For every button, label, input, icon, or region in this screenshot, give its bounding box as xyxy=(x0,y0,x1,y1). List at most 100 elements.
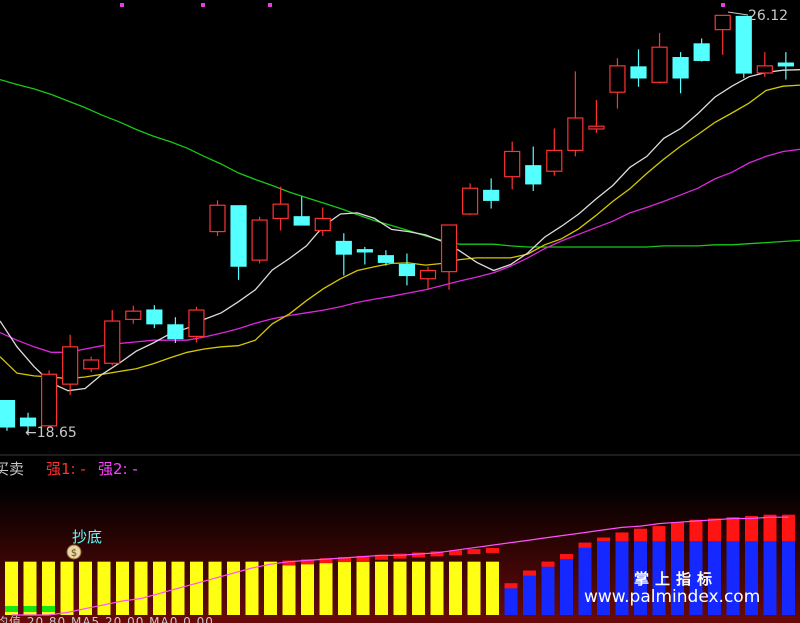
candle-body xyxy=(83,359,100,370)
yellow-bar xyxy=(97,561,111,615)
yellow-bar xyxy=(319,561,333,615)
red-bar xyxy=(782,514,795,542)
top-dot xyxy=(721,3,725,7)
yellow-bar xyxy=(190,561,203,615)
red-cap xyxy=(486,547,499,553)
red-bar xyxy=(615,532,629,542)
candle-body xyxy=(62,346,79,385)
bottom-signal-label: 抄底 xyxy=(72,528,103,546)
watermark-url: www.palmindex.com xyxy=(584,587,761,607)
indicator-bar xyxy=(301,559,314,615)
candle-body xyxy=(546,149,563,172)
indicator-bar xyxy=(79,561,92,615)
yellow-bar xyxy=(338,561,351,615)
indicator-bar xyxy=(319,558,333,615)
indicator-bar xyxy=(504,583,518,615)
red-bar xyxy=(671,522,684,542)
indicator-bar xyxy=(338,557,351,615)
yellow-bar xyxy=(153,561,166,615)
red-bar xyxy=(726,517,740,542)
red-cap xyxy=(560,554,573,560)
yellow-bar xyxy=(301,561,314,615)
red-cap xyxy=(541,561,555,567)
candle-body xyxy=(419,269,437,280)
candle xyxy=(735,15,752,78)
green-base xyxy=(23,606,37,612)
strong1-label: 强1: - xyxy=(46,460,86,478)
candle-body xyxy=(125,310,142,320)
yellow-bar xyxy=(79,561,92,615)
red-cap xyxy=(504,583,518,589)
candle-body xyxy=(693,43,710,61)
low-price-value: 18.65 xyxy=(36,425,77,441)
red-bar xyxy=(689,519,703,542)
yellow-bar xyxy=(393,561,407,615)
red-bar xyxy=(634,528,647,542)
indicator-bar xyxy=(541,561,555,615)
red-bar xyxy=(652,526,666,542)
green-base xyxy=(5,606,18,612)
candle-body xyxy=(0,400,16,428)
strong2-label: 强2: - xyxy=(98,460,138,478)
candle-body xyxy=(651,46,668,83)
indicator-bar xyxy=(134,561,148,615)
candle-body xyxy=(188,309,205,338)
candle-body xyxy=(314,217,331,232)
candle-body xyxy=(525,165,542,185)
money-bag-icon: $ xyxy=(66,544,82,560)
candle-body xyxy=(209,204,226,233)
blue-bar xyxy=(763,541,777,615)
candle-body xyxy=(440,224,458,273)
yellow-bar xyxy=(412,561,425,615)
red-cap xyxy=(578,542,592,548)
candle-body xyxy=(40,373,58,427)
candle-body xyxy=(146,309,163,325)
indicator-bar xyxy=(227,561,240,615)
yellow-bar xyxy=(208,561,222,615)
candle-body xyxy=(293,216,310,226)
yellow-bar xyxy=(227,561,240,615)
candle-body xyxy=(609,65,626,93)
top-dot xyxy=(120,3,124,7)
top-dot xyxy=(268,3,272,7)
red-cap xyxy=(467,549,481,555)
candle xyxy=(40,370,58,427)
red-cap xyxy=(523,570,536,576)
low-price-label: ←18.65 xyxy=(25,425,77,441)
indicator-bar xyxy=(208,561,222,615)
candle-body xyxy=(462,187,479,215)
indicator-bar xyxy=(393,553,407,615)
candle-body xyxy=(377,255,394,263)
yellow-bar xyxy=(116,561,129,615)
candle xyxy=(209,200,226,236)
candle-body xyxy=(356,249,373,253)
yellow-bar xyxy=(449,561,462,615)
yellow-bar xyxy=(356,561,370,615)
indicator-bar xyxy=(782,514,795,615)
candle-body xyxy=(630,66,647,79)
yellow-bar xyxy=(486,561,499,615)
high-price-label: 26.12 xyxy=(748,8,789,24)
top-dot xyxy=(201,3,205,7)
indicator-bar xyxy=(153,561,166,615)
candle-body xyxy=(777,62,794,67)
candle-body xyxy=(251,219,268,261)
candle-body xyxy=(483,189,500,201)
candle-body xyxy=(588,125,605,130)
yellow-bar xyxy=(134,561,148,615)
red-bar xyxy=(708,518,721,542)
candle-body xyxy=(672,57,689,79)
red-bar xyxy=(763,514,777,542)
candle-body xyxy=(398,263,416,277)
indicator-bar xyxy=(5,561,18,615)
red-bar xyxy=(597,537,610,542)
watermark-title: 掌上指标 xyxy=(634,570,719,588)
indicator-bar xyxy=(282,560,296,615)
candle-body xyxy=(167,324,184,340)
svg-text:$: $ xyxy=(71,548,77,559)
yellow-bar xyxy=(375,561,388,615)
indicator-bar xyxy=(763,514,777,615)
candle-body xyxy=(504,150,521,178)
indicator-bar xyxy=(375,554,388,615)
indicator-bar xyxy=(560,554,573,615)
